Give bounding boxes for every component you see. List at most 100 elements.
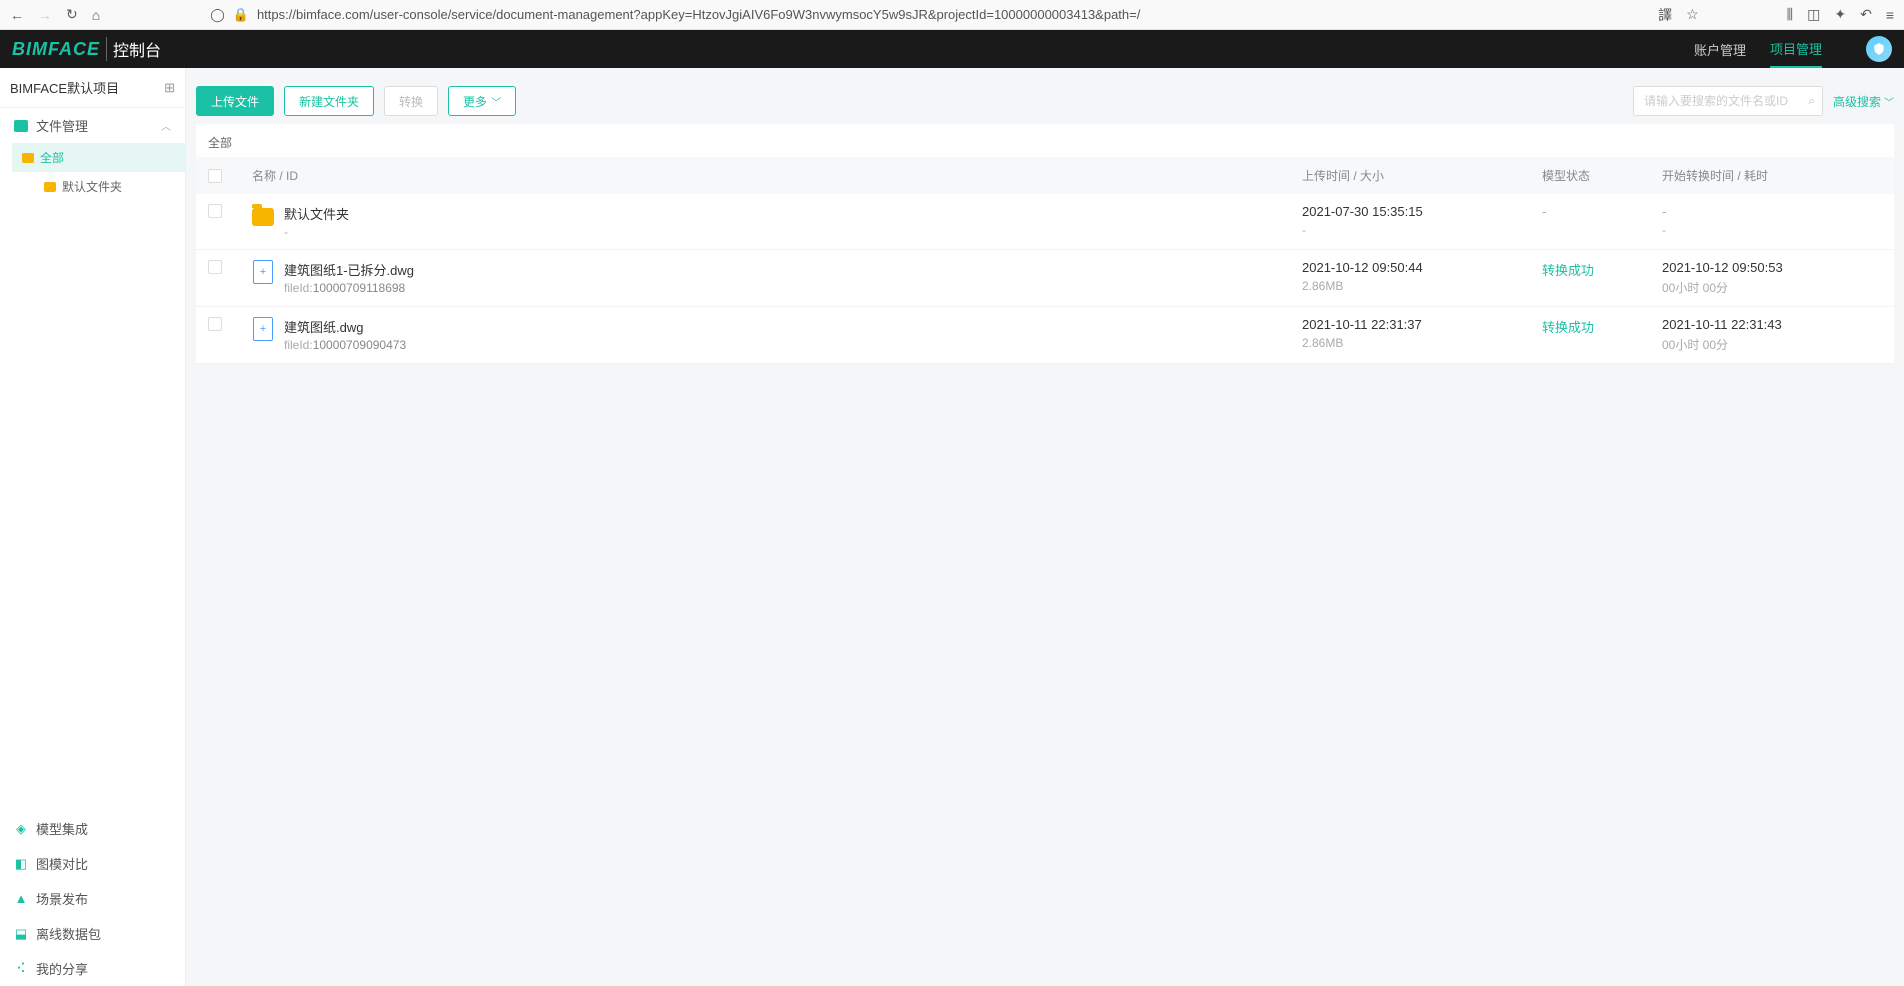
- sidebar-icon[interactable]: ◫: [1807, 6, 1820, 23]
- lock-icon: 🔒: [233, 7, 249, 23]
- th-status[interactable]: 模型状态: [1542, 167, 1662, 184]
- row-checkbox[interactable]: [208, 204, 222, 218]
- start-time: 2021-10-11 22:31:43: [1662, 317, 1882, 332]
- sidebar-item-offline[interactable]: ⬓ 离线数据包: [0, 916, 185, 951]
- scene-icon: ▲: [14, 892, 28, 906]
- start-time: -: [1662, 204, 1882, 219]
- folder-icon: [14, 120, 28, 132]
- chevron-down-icon: ﹀: [1884, 94, 1894, 109]
- table-header: 名称 / ID 上传时间 / 大小 模型状态 开始转换时间 / 耗时: [196, 157, 1894, 194]
- shield-icon[interactable]: ◯: [210, 7, 225, 23]
- file-name[interactable]: 默认文件夹: [284, 204, 349, 223]
- menu-icon[interactable]: ≡: [1886, 7, 1894, 23]
- adv-search-label: 高级搜索: [1833, 93, 1881, 110]
- avatar[interactable]: [1866, 36, 1892, 62]
- sidebar-item-label: 离线数据包: [36, 924, 101, 943]
- upload-time: 2021-10-12 09:50:44: [1302, 260, 1542, 275]
- nav-project[interactable]: 项目管理: [1770, 30, 1822, 68]
- status: 转换成功: [1542, 320, 1594, 335]
- chevron-up-icon: ︿: [161, 118, 171, 133]
- reader-icon[interactable]: 譯: [1658, 5, 1672, 25]
- file-id: fileId:10000709090473: [284, 338, 406, 352]
- table-row[interactable]: 建筑图纸.dwg fileId:10000709090473 2021-10-1…: [196, 307, 1894, 364]
- star-icon[interactable]: ☆: [1686, 6, 1699, 23]
- table-row[interactable]: 默认文件夹 - 2021-07-30 15:35:15 - - - -: [196, 194, 1894, 250]
- folder-icon: [252, 208, 274, 226]
- tree-label: 默认文件夹: [62, 178, 122, 195]
- new-folder-button[interactable]: 新建文件夹: [284, 86, 374, 116]
- sidebar-item-scene[interactable]: ▲ 场景发布: [0, 881, 185, 916]
- sidebar-item-file-mgmt[interactable]: 文件管理 ︿: [0, 108, 185, 143]
- more-label: 更多: [463, 93, 487, 110]
- sidebar-item-label: 图模对比: [36, 854, 88, 873]
- chevron-down-icon: ﹀: [491, 94, 501, 109]
- undo-icon[interactable]: ↶: [1860, 6, 1872, 23]
- file-name[interactable]: 建筑图纸1-已拆分.dwg: [284, 260, 414, 279]
- row-checkbox[interactable]: [208, 260, 222, 274]
- row-checkbox[interactable]: [208, 317, 222, 331]
- sidebar-item-label: 场景发布: [36, 889, 88, 908]
- file-name[interactable]: 建筑图纸.dwg: [284, 317, 406, 336]
- sidebar-item-label: 文件管理: [36, 116, 88, 135]
- sidebar-item-compare[interactable]: ◧ 图模对比: [0, 846, 185, 881]
- th-upload[interactable]: 上传时间 / 大小: [1302, 167, 1542, 184]
- duration: 00小时 00分: [1662, 279, 1882, 296]
- browser-chrome: ← → ↻ ⌂ ◯ 🔒 https://bimface.com/user-con…: [0, 0, 1904, 30]
- compare-icon: ◧: [14, 857, 28, 871]
- convert-button: 转换: [384, 86, 438, 116]
- project-name: BIMFACE默认项目: [10, 78, 119, 97]
- duration: 00小时 00分: [1662, 336, 1882, 353]
- upload-time: 2021-07-30 15:35:15: [1302, 204, 1542, 219]
- search-input[interactable]: [1633, 86, 1823, 116]
- share-icon: ⠪: [14, 962, 28, 976]
- file-size: 2.86MB: [1302, 279, 1542, 293]
- sidebar-item-share[interactable]: ⠪ 我的分享: [0, 951, 185, 986]
- breadcrumb[interactable]: 全部: [196, 124, 1894, 157]
- more-button[interactable]: 更多 ﹀: [448, 86, 516, 116]
- nav-reload-icon[interactable]: ↻: [66, 6, 78, 23]
- toolbar: 上传文件 新建文件夹 转换 更多 ﹀ ⌕ 高级搜索 ﹀: [196, 78, 1894, 124]
- upload-button[interactable]: 上传文件: [196, 86, 274, 116]
- advanced-search-link[interactable]: 高级搜索 ﹀: [1833, 93, 1894, 110]
- file-id: fileId:10000709118698: [284, 281, 414, 295]
- logo[interactable]: BIMFACE 控制台: [12, 37, 161, 61]
- sidebar-project-header[interactable]: BIMFACE默认项目 ⊞: [0, 68, 185, 108]
- app-header: BIMFACE 控制台 账户管理 项目管理: [0, 30, 1904, 68]
- search-icon[interactable]: ⌕: [1808, 94, 1815, 109]
- file-size: -: [1302, 223, 1542, 237]
- extension-icon[interactable]: ✦: [1834, 6, 1846, 23]
- tree-label: 全部: [40, 149, 64, 166]
- file-id: -: [284, 225, 349, 239]
- dwg-file-icon: [253, 317, 273, 341]
- select-all-checkbox[interactable]: [208, 169, 222, 183]
- sidebar-item-model-integrate[interactable]: ◈ 模型集成: [0, 811, 185, 846]
- start-time: 2021-10-12 09:50:53: [1662, 260, 1882, 275]
- tree-item-all[interactable]: 全部: [12, 143, 185, 172]
- file-size: 2.86MB: [1302, 336, 1542, 350]
- nav-back-icon[interactable]: ←: [10, 7, 24, 23]
- folder-icon: [22, 153, 34, 163]
- duration: -: [1662, 223, 1882, 237]
- sidebar-item-label: 模型集成: [36, 819, 88, 838]
- status: 转换成功: [1542, 263, 1594, 278]
- url-bar[interactable]: ◯ 🔒 https://bimface.com/user-console/ser…: [210, 7, 1548, 23]
- url-text: https://bimface.com/user-console/service…: [257, 7, 1140, 22]
- logo-sub: 控制台: [106, 37, 161, 61]
- th-name[interactable]: 名称 / ID: [248, 167, 1302, 184]
- library-icon[interactable]: ⫼: [1787, 6, 1793, 23]
- cube-icon: ◈: [14, 822, 28, 836]
- sidebar-item-label: 我的分享: [36, 959, 88, 978]
- nav-account[interactable]: 账户管理: [1694, 30, 1746, 68]
- tree-item-default[interactable]: 默认文件夹: [34, 172, 185, 201]
- folder-icon: [44, 182, 56, 192]
- status: -: [1542, 204, 1546, 219]
- th-start[interactable]: 开始转换时间 / 耗时: [1662, 167, 1882, 184]
- logo-main: BIMFACE: [12, 39, 100, 60]
- file-table: 名称 / ID 上传时间 / 大小 模型状态 开始转换时间 / 耗时 默认文件夹…: [196, 157, 1894, 364]
- grid-icon[interactable]: ⊞: [164, 80, 175, 96]
- nav-home-icon[interactable]: ⌂: [92, 7, 100, 23]
- table-row[interactable]: 建筑图纸1-已拆分.dwg fileId:10000709118698 2021…: [196, 250, 1894, 307]
- nav-forward-icon[interactable]: →: [38, 7, 52, 23]
- package-icon: ⬓: [14, 927, 28, 941]
- upload-time: 2021-10-11 22:31:37: [1302, 317, 1542, 332]
